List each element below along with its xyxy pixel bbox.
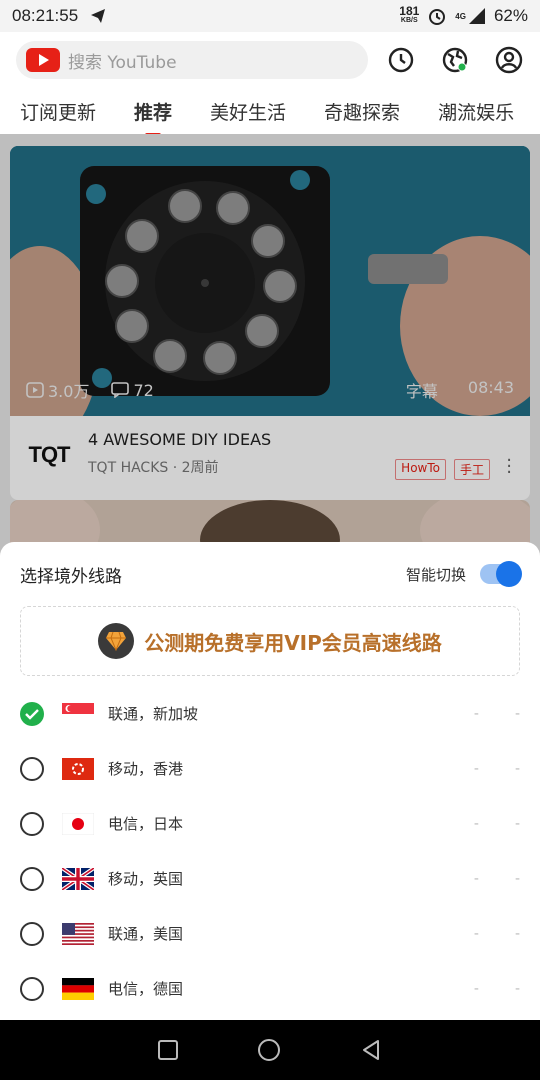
search-bar[interactable]: 搜索 YouTube [16,41,368,79]
category-tabs: 订阅更新 推荐 美好生活 奇趣探索 潮流娱乐 [0,88,540,137]
back-button[interactable] [360,1039,382,1061]
video-meta: TQT HACKS · 2周前 [88,460,219,476]
recents-button[interactable] [158,1040,178,1060]
tab-recommended[interactable]: 推荐 [134,98,172,137]
radio-checked[interactable] [20,701,44,726]
fan-with-magnets-image [10,146,530,416]
channel-avatar[interactable]: TQT [24,430,74,480]
vip-banner-text: 公测期免费享用VIP会员高速线路 [144,630,442,655]
system-nav-bar [0,1020,540,1080]
youtube-logo-icon [26,48,60,72]
radio-unchecked[interactable] [20,976,44,1001]
radio-unchecked[interactable] [20,756,44,781]
subtitle-badge: 字幕 [405,382,438,401]
tag-handcraft[interactable]: 手工 [453,459,490,480]
singapore-flag [62,702,94,725]
hongkong-flag [62,757,94,780]
vip-banner[interactable]: 公测期免费享用VIP会员高速线路 [20,606,520,676]
account-icon[interactable] [494,45,524,75]
route-label: 移动，香港 [108,760,184,778]
play-icon [26,382,44,398]
clock: 08:21:55 [12,6,79,25]
radio-unchecked[interactable] [20,921,44,946]
tag-howto[interactable]: HowTo [395,459,446,480]
japan-flag [62,812,94,835]
signal-icon [468,8,485,24]
route-item-singapore[interactable]: 联通，新加坡 -- [0,686,540,741]
radio-unchecked[interactable] [20,811,44,836]
diamond-icon [98,623,135,659]
comments-stat: 72 [111,381,154,400]
home-button[interactable] [258,1039,280,1061]
tab-lifestyle[interactable]: 美好生活 [210,98,286,125]
network-type: 4G [455,12,466,21]
tab-explore[interactable]: 奇趣探索 [324,98,400,125]
route-label: 联通，美国 [108,925,184,943]
tab-subscriptions[interactable]: 订阅更新 [20,98,96,125]
germany-flag [62,977,94,1000]
video-title[interactable]: 4 AWESOME DIY IDEAS [88,430,271,449]
route-item-usa[interactable]: 联通，美国 -- [0,906,540,961]
usa-flag [62,922,94,945]
route-item-hongkong[interactable]: 移动，香港 -- [0,741,540,796]
check-icon [25,708,39,720]
smart-switch-toggle[interactable] [480,561,522,587]
telegram-send-icon [91,9,106,23]
views-stat: 3.0万 [26,378,89,402]
battery-level: 62% [493,6,528,25]
radio-unchecked[interactable] [20,866,44,891]
route-label: 电信，日本 [108,815,184,833]
search-placeholder: 搜索 YouTube [68,52,177,73]
video-thumbnail[interactable]: 3.0万 72 字幕 08:43 [10,146,530,416]
route-item-uk[interactable]: 移动，英国 -- [0,851,540,906]
route-item-japan[interactable]: 电信，日本 -- [0,796,540,851]
video-duration: 08:43 [467,378,514,397]
status-bar: 08:21:55 181 KB/S 4G 62% [0,0,540,32]
video-card[interactable]: 3.0万 72 字幕 08:43 TQT 4 AWESOME DIY IDEAS… [10,146,530,500]
alarm-icon [429,9,446,25]
history-clock-icon[interactable] [386,45,416,75]
route-selection-sheet: 选择境外线路 智能切换 公测期免费享用VIP会员高速线路 联通，新加坡 -- 移… [0,542,540,1020]
route-label: 电信，德国 [108,980,184,998]
uk-flag [62,867,94,890]
video-info: TQT 4 AWESOME DIY IDEAS TQT HACKS · 2周前 … [10,416,530,500]
route-label: 联通，新加坡 [108,705,199,723]
net-speed: 181 KB/S [399,4,420,24]
route-globe-icon[interactable] [440,45,470,75]
more-options-icon[interactable]: · · · [506,452,512,482]
route-item-germany[interactable]: 电信，德国 -- [0,961,540,1016]
tab-entertainment[interactable]: 潮流娱乐 [438,98,514,125]
route-list: 联通，新加坡 -- 移动，香港 -- 电信，日本 -- 移动，英国 - - 联通… [0,676,540,1016]
route-label: 移动，英国 [108,870,184,888]
app-header: 搜索 YouTube [0,32,540,88]
smart-switch-label: 智能切换 [405,565,466,584]
comment-icon [111,382,130,398]
sheet-title: 选择境外线路 [20,566,122,587]
